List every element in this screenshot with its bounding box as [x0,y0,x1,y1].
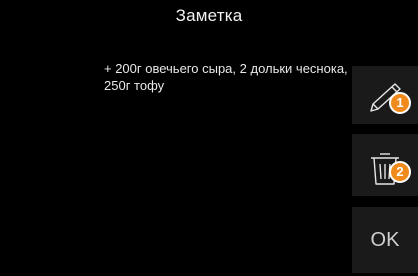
ok-button[interactable]: OK [352,207,418,273]
page-title: Заметка [175,6,243,25]
note-text: + 200г овечьего сыра, 2 дольки чеснока, … [104,61,348,93]
ok-button-label: OK [370,229,400,251]
step-badge-1: 1 [389,92,411,114]
step-badge-2: 2 [389,161,411,183]
